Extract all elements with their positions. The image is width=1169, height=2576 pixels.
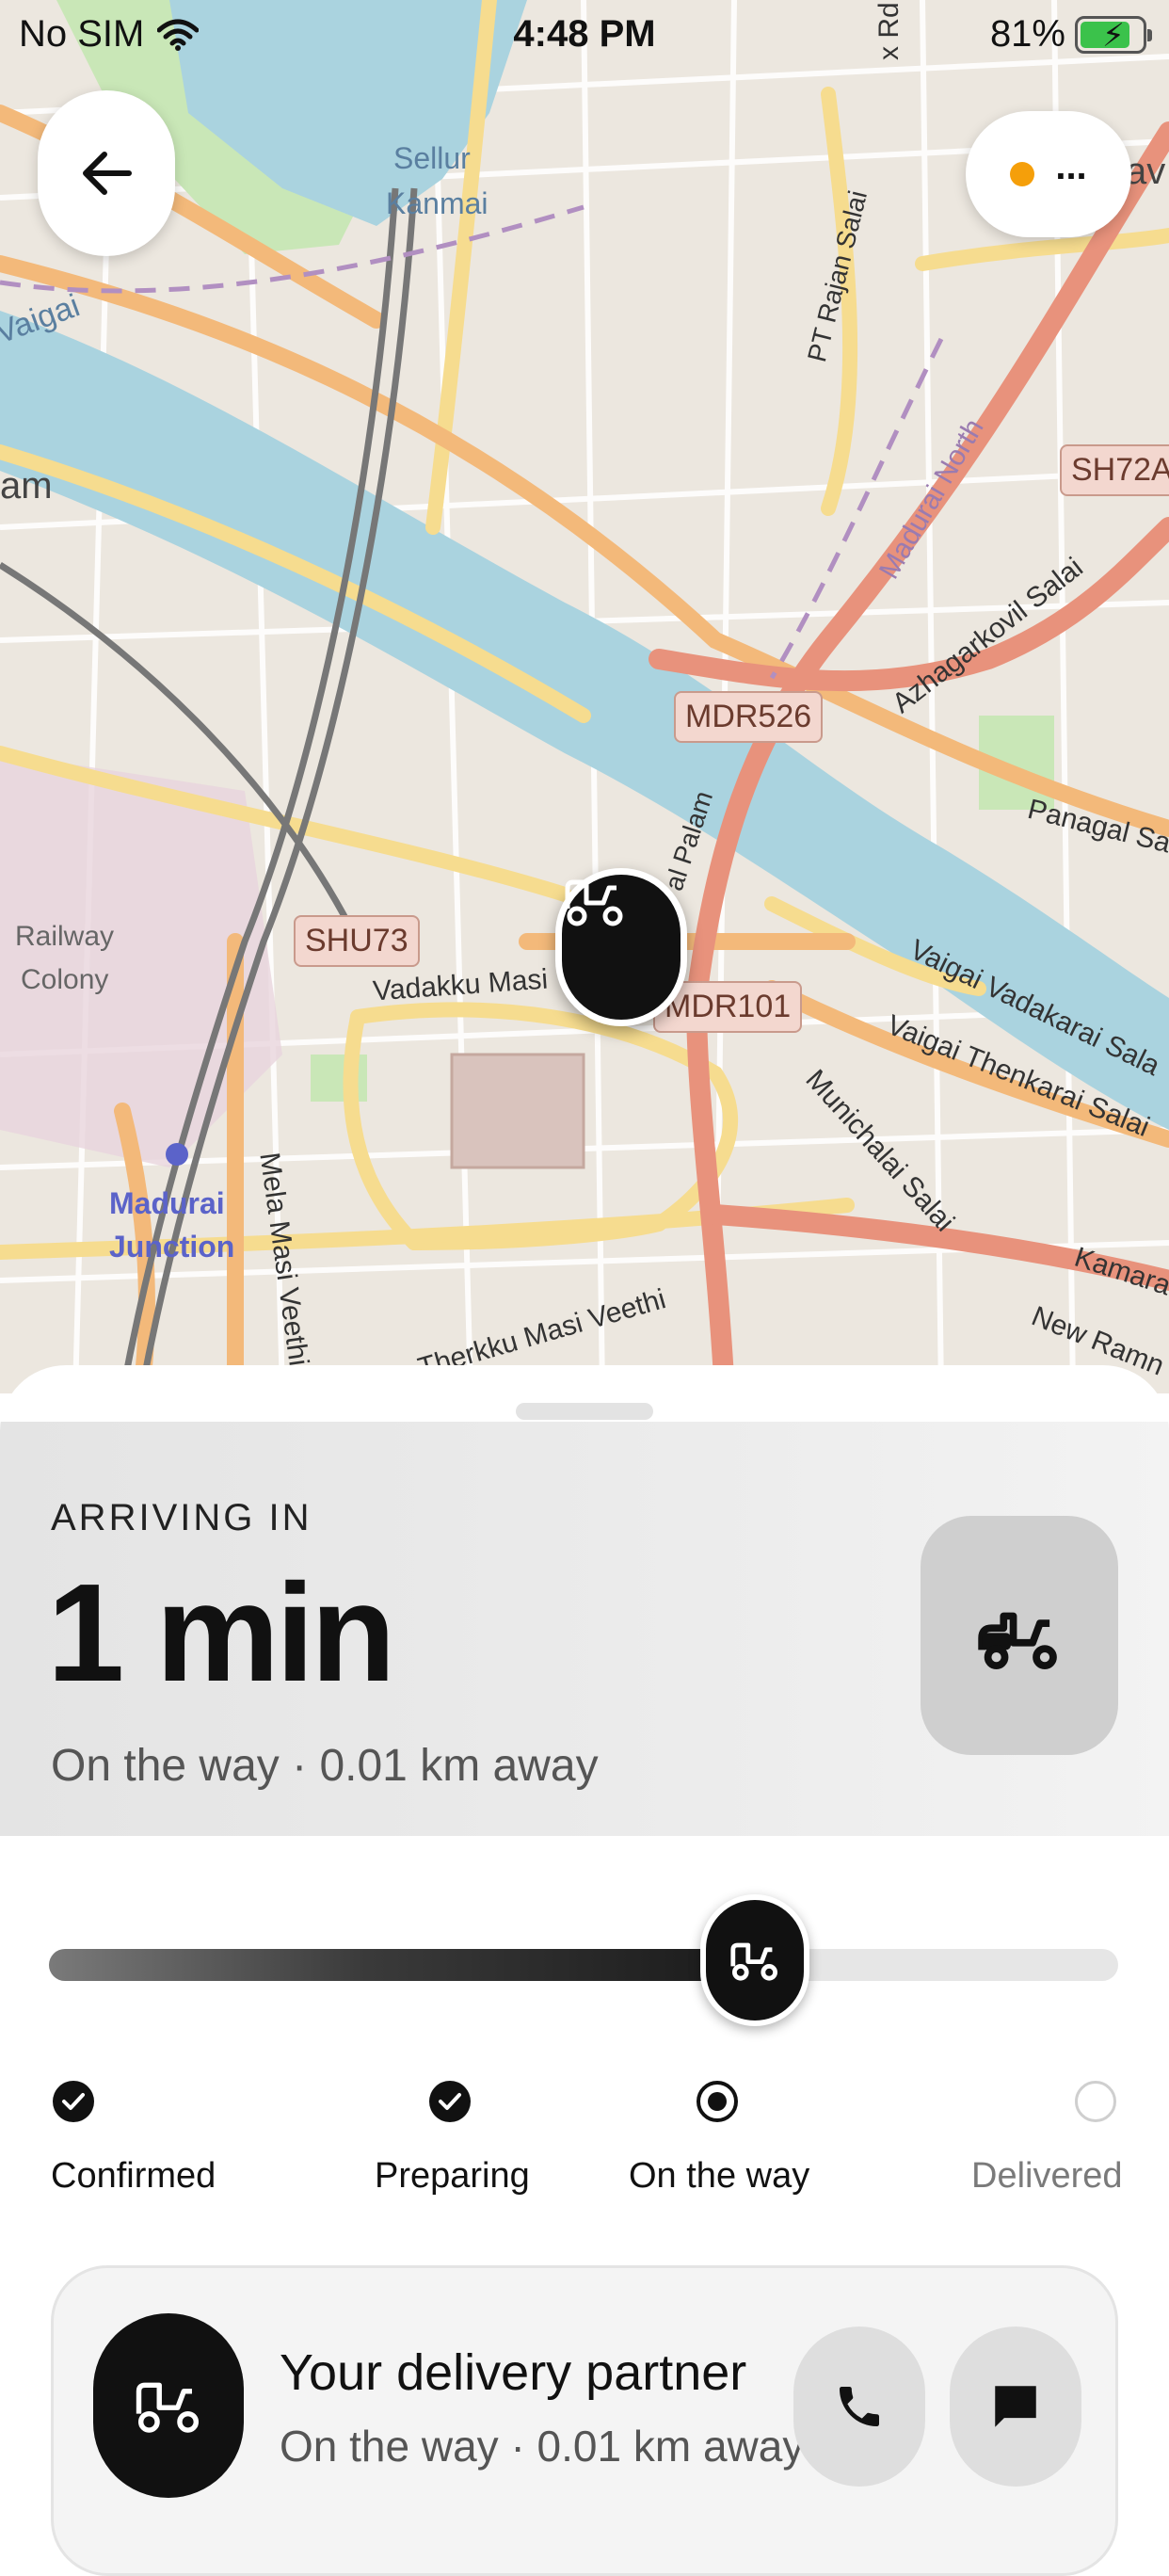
battery-percent: 81% (989, 13, 1065, 55)
step-confirmed-label: Confirmed (51, 2156, 216, 2196)
progress-knob[interactable] (700, 1894, 809, 2026)
map-label-kanmai: Kanmai (386, 186, 488, 220)
partner-title: Your delivery partner (280, 2344, 747, 2401)
map-label-sellur: Sellur (393, 141, 471, 175)
scooter-icon (978, 1612, 1057, 1669)
delivery-partner-card[interactable]: Your delivery partner On the way · 0.01 … (51, 2265, 1118, 2576)
back-button[interactable] (38, 90, 175, 256)
map-label-madurai: Madurai (109, 1186, 225, 1220)
message-icon (995, 2386, 1036, 2427)
vehicle-marker[interactable] (555, 868, 687, 1026)
phone-icon (840, 2387, 879, 2426)
status-dot (1010, 162, 1035, 186)
step-preparing-label: Preparing (375, 2156, 530, 2196)
step-on-the-way-radio-icon (697, 2081, 738, 2122)
progress-steps: Confirmed Preparing On the way Delivered (0, 2081, 1169, 2203)
more-icon: ... (1055, 145, 1087, 187)
partner-avatar (93, 2313, 244, 2498)
more-options-button[interactable]: ... (966, 111, 1131, 237)
partner-subtitle: On the way · 0.01 km away (280, 2422, 805, 2471)
scooter-icon (565, 879, 623, 926)
road-tag-sh72a: SH72A (1060, 444, 1169, 496)
scooter-icon (730, 1942, 777, 1981)
step-delivered-circle-icon (1075, 2081, 1116, 2122)
step-delivered-label: Delivered (971, 2156, 1123, 2196)
arrow-left-icon (83, 152, 132, 195)
sheet-handle[interactable] (516, 1403, 653, 1420)
map-label-railway: Railway (15, 921, 115, 952)
eta-caption: ARRIVING IN (51, 1497, 312, 1538)
status-bar: No SIM 4:48 PM 81% ⚡ (0, 0, 1169, 75)
road-tag-mdr526: MDR526 (674, 691, 824, 743)
eta-panel: ARRIVING IN 1 min On the way · 0.01 km a… (0, 1422, 1169, 1836)
map-label-colony: Colony (21, 964, 109, 995)
scooter-icon (136, 2382, 200, 2433)
eta-vehicle-tile (921, 1516, 1118, 1755)
step-preparing-check-icon (429, 2081, 471, 2122)
map-label-am: am (0, 465, 53, 507)
eta-subtitle: On the way · 0.01 km away (51, 1741, 599, 1791)
progress-track (49, 1949, 1118, 1981)
message-button[interactable] (950, 2326, 1081, 2487)
map-label-junction: Junction (109, 1230, 235, 1264)
map-label-av: av (1126, 151, 1166, 192)
step-confirmed-check-icon (53, 2081, 94, 2122)
eta-value: 1 min (47, 1555, 396, 1711)
road-tag-shu73: SHU73 (294, 915, 420, 967)
progress-fill (49, 1949, 755, 1981)
step-on-the-way-label: On the way (629, 2156, 810, 2196)
call-button[interactable] (793, 2326, 925, 2487)
battery-charging-icon: ⚡ (1075, 15, 1152, 54)
